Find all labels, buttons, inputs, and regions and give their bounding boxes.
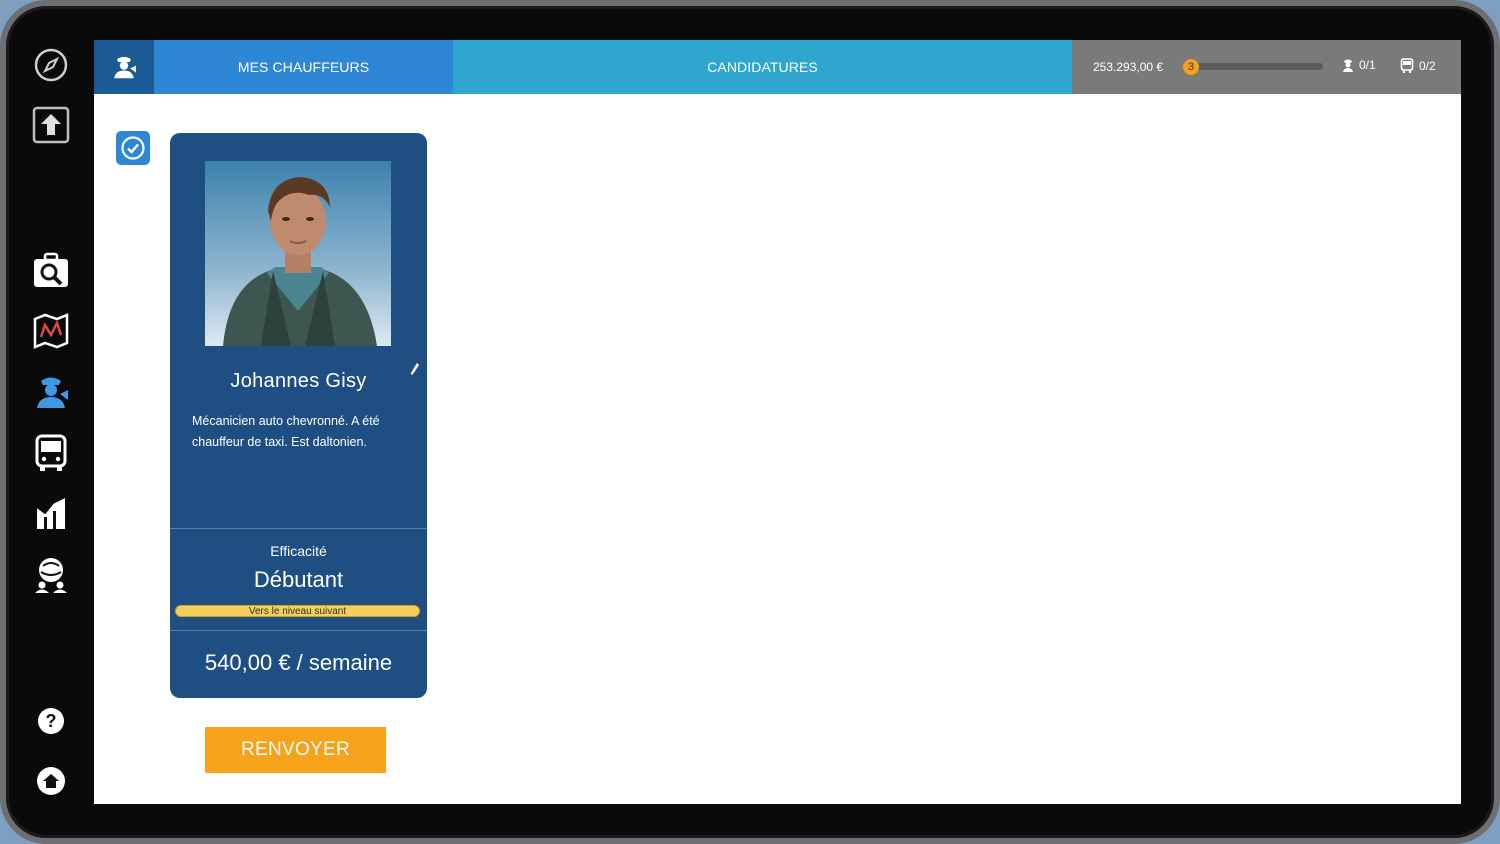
driver-description: Mécanicien auto chevronné. A été chauffe… <box>192 414 380 449</box>
sidebar: ? <box>0 0 94 844</box>
driver-portrait <box>205 161 391 346</box>
briefcase-search-icon[interactable] <box>30 250 72 292</box>
drivers-tab-icon <box>94 40 154 94</box>
card-divider <box>170 528 427 529</box>
status-panel: 253.293,00 € 3 0/1 0/2 <box>1072 40 1461 94</box>
main-screen: MES CHAUFFEURS CANDIDATURES 253.293,00 €… <box>94 40 1461 804</box>
home-icon[interactable] <box>30 760 72 802</box>
card-divider <box>170 630 427 631</box>
efficiency-label: Efficacité <box>270 543 327 559</box>
stats-icon[interactable] <box>30 492 72 534</box>
driver-card[interactable]: Johannes Gisy Mécanicien auto chevronné.… <box>170 133 427 698</box>
global-network-icon[interactable] <box>30 553 72 595</box>
driver-salary: 540,00 € / semaine <box>204 650 393 675</box>
buses-count: 0/2 <box>1419 58 1436 73</box>
export-icon[interactable] <box>30 104 72 146</box>
help-icon[interactable]: ? <box>30 700 72 742</box>
tab-mes-chauffeurs[interactable]: MES CHAUFFEURS <box>154 40 453 94</box>
tab-candidatures[interactable]: CANDIDATURES <box>453 40 1072 94</box>
map-icon[interactable] <box>30 310 72 352</box>
next-level-progress-bar: Vers le niveau suivant <box>175 605 420 617</box>
next-level-label: Vers le niveau suivant <box>248 606 347 617</box>
drivers-count: 0/1 <box>1359 58 1376 72</box>
level-progress-bar <box>1188 63 1323 70</box>
buses-counter: 0/2 <box>1400 58 1436 73</box>
bus-icon[interactable] <box>30 432 72 474</box>
money-balance: 253.293,00 € <box>1093 60 1164 74</box>
fire-driver-button[interactable]: RENVOYER <box>205 727 386 773</box>
svg-text:?: ? <box>46 711 57 731</box>
drivers-counter: 0/1 <box>1342 58 1376 72</box>
compass-icon[interactable] <box>30 44 72 86</box>
driver-count-icon <box>1343 59 1353 72</box>
bus-count-icon <box>1400 58 1414 73</box>
select-driver-checkbox[interactable] <box>116 131 150 165</box>
check-icon <box>121 136 145 160</box>
driver-name: Johannes Gisy <box>230 370 367 392</box>
level-badge: 3 <box>1183 59 1199 75</box>
efficiency-value: Débutant <box>253 567 344 592</box>
edit-name-icon[interactable] <box>410 362 420 381</box>
drivers-icon[interactable] <box>30 371 72 413</box>
top-bar: MES CHAUFFEURS CANDIDATURES 253.293,00 €… <box>94 40 1461 94</box>
